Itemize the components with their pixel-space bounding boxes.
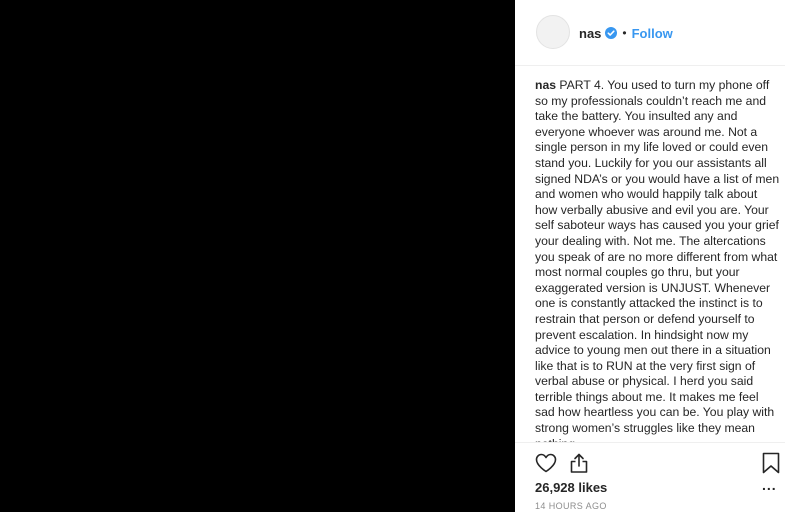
post-actions: 26,928 likes ... 14 HOURS AGO [515, 442, 785, 513]
post-timestamp[interactable]: 14 HOURS AGO [535, 501, 607, 511]
header-user-row: nas • Follow [579, 24, 673, 42]
caption-username[interactable]: nas [535, 78, 556, 92]
heart-icon[interactable] [534, 451, 558, 475]
separator-dot: • [622, 26, 627, 40]
username-link[interactable]: nas [579, 26, 601, 41]
share-icon[interactable] [567, 451, 591, 475]
post-side-panel: nas • Follow nas PART 4. You used to tur… [515, 0, 800, 512]
caption-text: PART 4. You used to turn my phone off so… [535, 78, 780, 442]
likes-count[interactable]: 26,928 likes [535, 480, 607, 495]
verified-badge-icon [605, 27, 618, 39]
post-media[interactable] [0, 0, 515, 512]
post-header: nas • Follow [515, 0, 785, 66]
bookmark-icon[interactable] [761, 451, 781, 475]
caption-container[interactable]: nas PART 4. You used to turn my phone of… [535, 78, 781, 442]
caption: nas PART 4. You used to turn my phone of… [535, 78, 781, 442]
avatar[interactable] [536, 15, 570, 49]
more-options-button[interactable]: ... [762, 478, 782, 495]
follow-button[interactable]: Follow [632, 26, 673, 41]
